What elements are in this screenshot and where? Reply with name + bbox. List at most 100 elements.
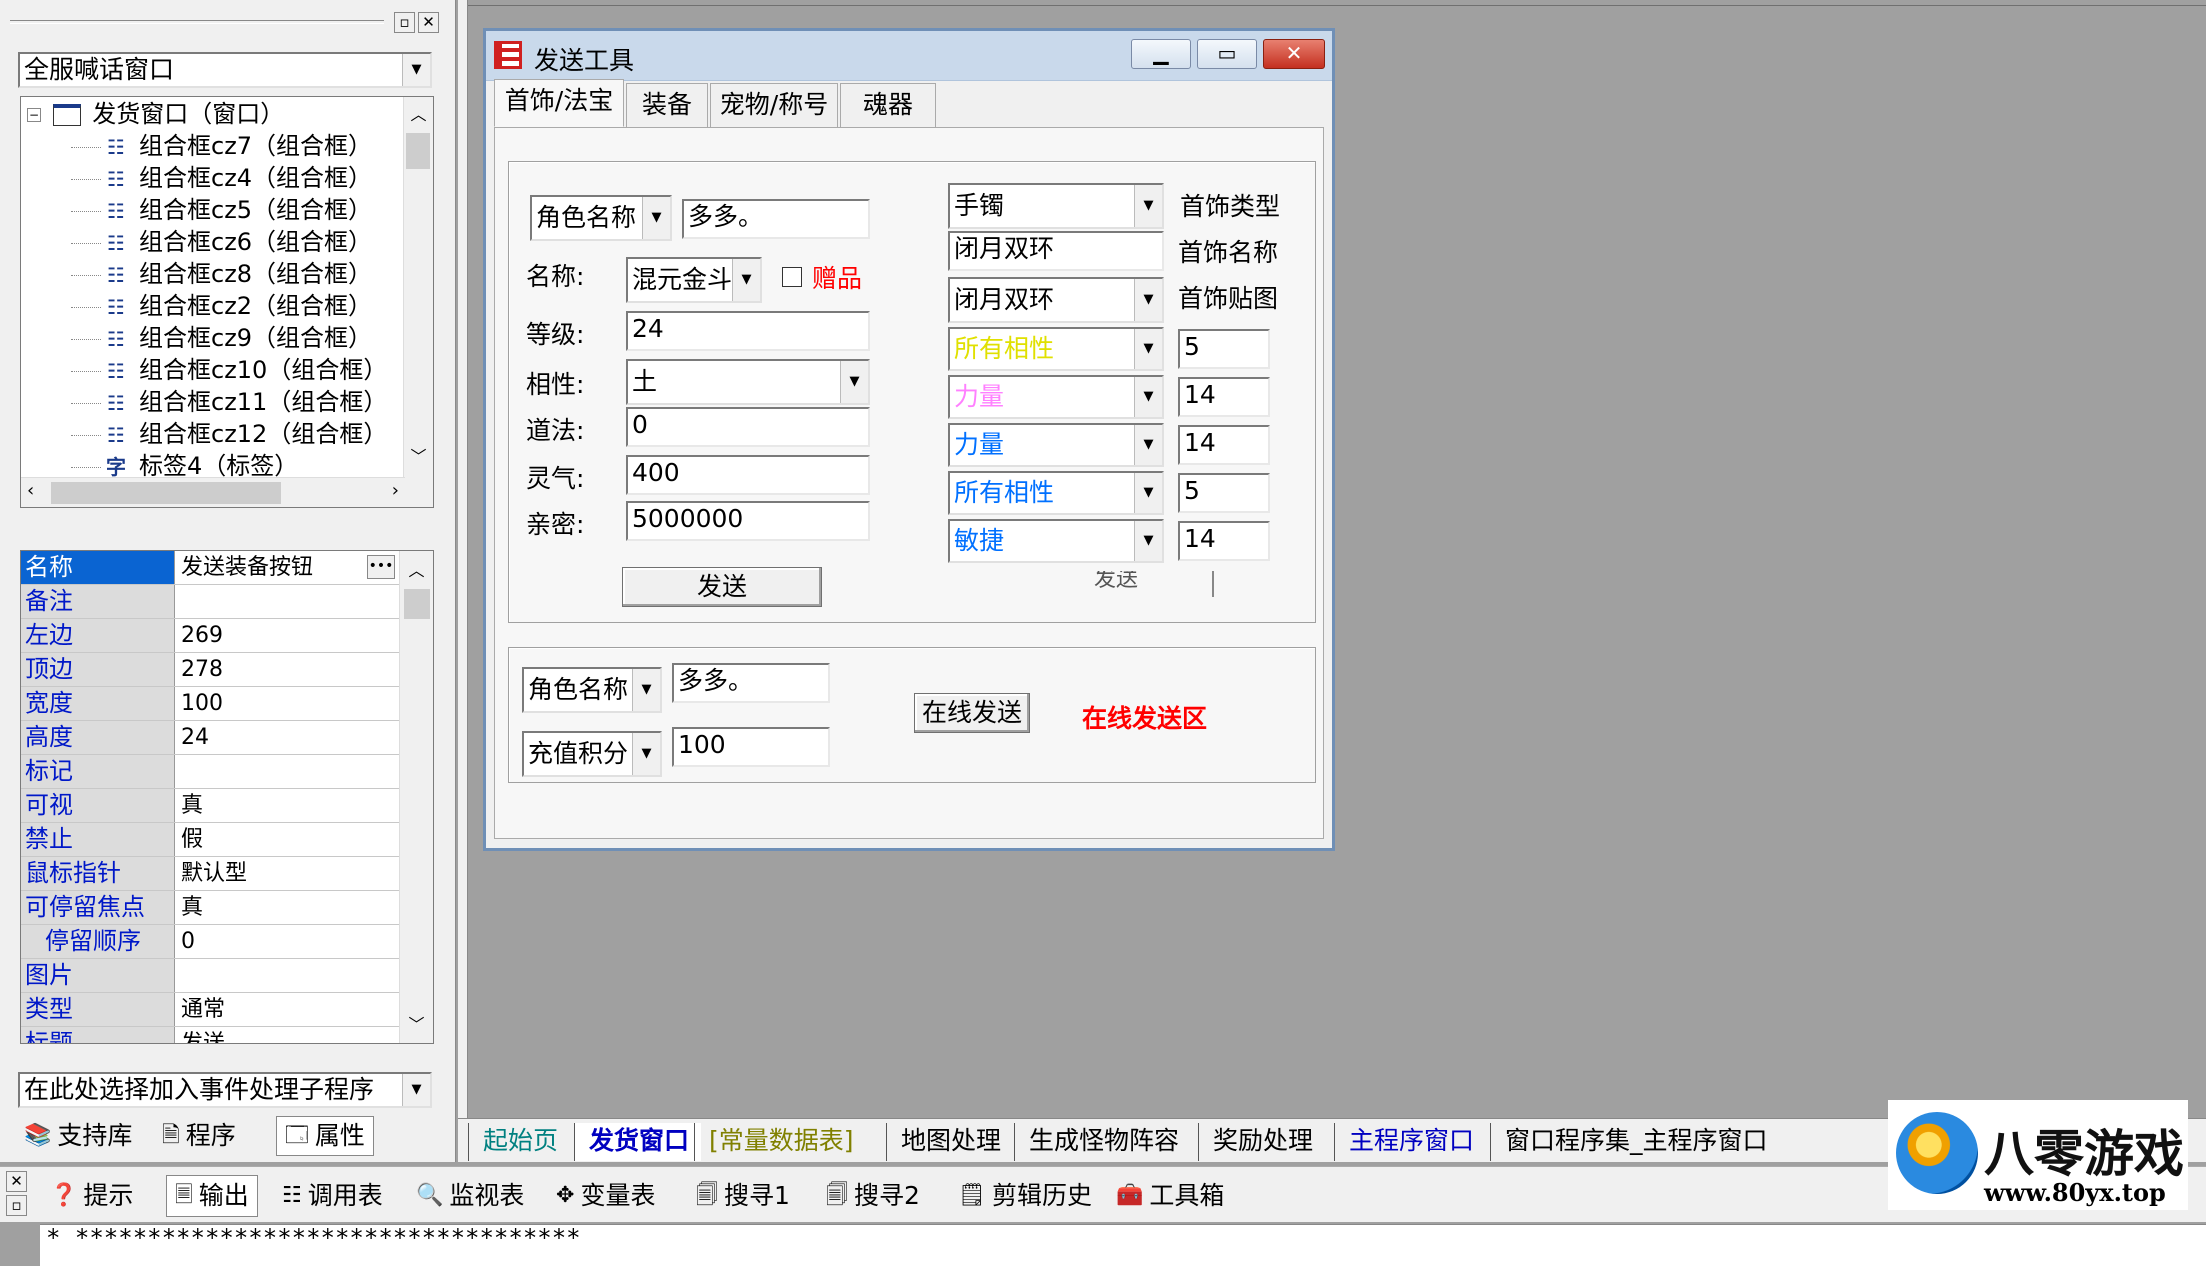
scroll-up-icon[interactable]: ︿ (404, 101, 433, 125)
property-row[interactable]: 可视真 (21, 789, 399, 823)
tree-hscrollbar[interactable]: ‹ › (21, 477, 405, 507)
output-console[interactable]: * *********************************** (40, 1224, 2206, 1266)
tree-item[interactable]: ☷ 组合框cz2（组合框） (71, 291, 372, 321)
tree-item[interactable]: ☷ 组合框cz11（组合框） (71, 387, 387, 417)
property-grid[interactable]: 名称 发送装备按钮 ••• 备注 左边 269 顶边 278 宽度 100 高度 24 标记 可视真禁止假… (20, 550, 434, 1044)
role-select[interactable]: 角色名称 ▼ (530, 195, 672, 241)
gift-checkbox[interactable] (782, 267, 802, 287)
item-name-select[interactable]: 混元金斗 ▼ (626, 257, 762, 303)
attr-select[interactable]: 土 ▼ (626, 359, 870, 405)
hscroll-thumb[interactable] (51, 482, 281, 504)
output-tab[interactable]: 🔍 监视表 (416, 1175, 524, 1217)
scroll-right-icon[interactable]: › (392, 480, 399, 501)
editor-tab[interactable]: [常量数据表] (694, 1123, 866, 1161)
property-row[interactable]: 禁止假 (21, 823, 399, 857)
property-value[interactable]: 真 (177, 891, 399, 924)
tab-jewelry[interactable]: 首饰/法宝 (494, 79, 624, 127)
scroll-thumb[interactable] (406, 133, 430, 169)
tree-item[interactable]: ☷ 组合框cz8（组合框） (71, 259, 372, 289)
minimize-button[interactable]: ▁ (1131, 39, 1191, 69)
online-send-button[interactable]: 在线发送 (914, 693, 1030, 733)
property-value[interactable]: 269 (177, 619, 399, 652)
property-value[interactable]: 假 (177, 823, 399, 856)
window-select[interactable]: 全服喊话窗口 ▼ (18, 52, 432, 88)
property-row[interactable]: 宽度 100 (21, 687, 399, 721)
chevron-down-icon[interactable]: ▼ (632, 669, 660, 711)
component-tree[interactable]: − 发货窗口（窗口） ☷ 组合框cz7（组合框） ☷ 组合框cz4（组合框） ☷ 组合框c… (20, 96, 434, 508)
property-row[interactable]: 备注 (21, 585, 399, 619)
tab-pet-title[interactable]: 宠物/称号 (710, 83, 838, 127)
scroll-down-icon[interactable]: ﹀ (400, 1011, 433, 1035)
editor-tab[interactable]: 窗口程序集_主程序窗口 (1490, 1123, 1780, 1161)
chevron-down-icon[interactable]: ▼ (1134, 185, 1162, 227)
window-titlebar[interactable]: 发送工具 ▁ ▭ ✕ (486, 31, 1332, 81)
restore-icon[interactable]: ▫ (6, 1195, 27, 1216)
property-value[interactable]: 278 (177, 653, 399, 686)
event-select[interactable]: 在此处选择加入事件处理子程序 ▼ (18, 1072, 432, 1108)
chevron-down-icon[interactable]: ▼ (1134, 425, 1162, 465)
output-tab[interactable]: 🗏 输出 (166, 1175, 258, 1217)
attr-value-input[interactable]: 5 (1178, 329, 1270, 369)
output-tab[interactable]: 🧰 工具箱 (1116, 1175, 1224, 1217)
output-tab[interactable]: 🗐 搜寻2 (826, 1175, 920, 1217)
send-equip-button[interactable]: 发送 (622, 567, 822, 607)
send-tool-window[interactable]: 发送工具 ▁ ▭ ✕ 首饰/法宝 装备 宠物/称号 魂器 角色名称 ▼ 多多。 名… (483, 28, 1335, 851)
chevron-down-icon[interactable]: ▼ (840, 361, 868, 403)
tab-program[interactable]: 🗎 程序 (162, 1116, 236, 1156)
editor-tab[interactable]: 生成怪物阵容 (1014, 1123, 1191, 1161)
tree-item[interactable]: ☷ 组合框cz7（组合框） (71, 131, 372, 161)
tree-item[interactable]: ☷ 组合框cz4（组合框） (71, 163, 372, 193)
jewelry-image-select[interactable]: 闭月双环 ▼ (948, 277, 1164, 323)
property-value[interactable]: 通常 (177, 993, 399, 1026)
editor-tab[interactable]: 主程序窗口 (1334, 1123, 1486, 1161)
close-button[interactable]: ✕ (1263, 39, 1325, 69)
property-row[interactable]: 标题 发送 (21, 1027, 399, 1043)
property-value[interactable]: 24 (177, 721, 399, 754)
property-value[interactable] (177, 585, 399, 618)
close-icon[interactable]: ✕ (6, 1171, 27, 1192)
editor-tab[interactable]: 奖励处理 (1198, 1123, 1325, 1161)
ellipsis-icon[interactable]: ••• (367, 555, 395, 579)
tree-item[interactable]: ☷ 组合框cz5（组合框） (71, 195, 372, 225)
property-row[interactable]: 顶边 278 (21, 653, 399, 687)
scroll-up-icon[interactable]: ︿ (400, 557, 433, 581)
close-icon[interactable]: ✕ (418, 12, 439, 33)
online-role-input[interactable]: 多多。 (672, 663, 830, 703)
scroll-thumb[interactable] (404, 589, 430, 619)
property-value[interactable]: 发送装备按钮 (177, 551, 399, 584)
editor-tab[interactable]: 地图处理 (886, 1123, 1013, 1161)
attr-type-select[interactable]: 力量 ▼ (948, 375, 1164, 419)
points-input[interactable]: 100 (672, 727, 830, 767)
attr-value-input[interactable]: 14 (1178, 377, 1270, 417)
property-row[interactable]: 名称 发送装备按钮 ••• (21, 551, 399, 585)
tree-item[interactable]: ☷ 组合框cz10（组合框） (71, 355, 387, 385)
attr-type-select[interactable]: 所有相性 ▼ (948, 327, 1164, 371)
property-value[interactable]: 0 (177, 925, 399, 958)
points-select[interactable]: 充值积分 ▼ (522, 731, 662, 777)
chevron-down-icon[interactable]: ▼ (402, 54, 430, 86)
tab-equipment[interactable]: 装备 (626, 83, 708, 127)
scroll-left-icon[interactable]: ‹ (27, 480, 34, 501)
scroll-down-icon[interactable]: ﹀ (404, 443, 433, 467)
attr-value-input[interactable]: 14 (1178, 425, 1270, 465)
chevron-down-icon[interactable]: ▼ (1134, 521, 1162, 561)
chevron-down-icon[interactable]: ▼ (1134, 473, 1162, 513)
tree-item[interactable]: ☷ 组合框cz9（组合框） (71, 323, 372, 353)
output-tab[interactable]: 🗒 剪辑历史 (958, 1175, 1092, 1217)
property-row[interactable]: 可停留焦点真 (21, 891, 399, 925)
property-row[interactable]: 停留顺序 0 (21, 925, 399, 959)
collapse-icon[interactable]: − (27, 108, 41, 122)
attr-value-input[interactable]: 5 (1178, 473, 1270, 513)
tree-root[interactable]: − 发货窗口（窗口） (27, 99, 284, 129)
property-value[interactable]: 真 (177, 789, 399, 822)
property-row[interactable]: 鼠标指针 默认型 (21, 857, 399, 891)
tree-scrollbar[interactable]: ︿ ﹀ (403, 97, 433, 507)
attr-type-select[interactable]: 敏捷 ▼ (948, 519, 1164, 563)
property-value[interactable]: 默认型 (177, 857, 399, 890)
property-row[interactable]: 标记 (21, 755, 399, 789)
property-row[interactable]: 图片 (21, 959, 399, 993)
tab-properties[interactable]: 🗔 属性 (276, 1116, 374, 1156)
lingqi-input[interactable]: 400 (626, 455, 870, 495)
tab-support-lib[interactable]: 📚 支持库 (24, 1116, 132, 1156)
restore-icon[interactable]: ▫ (394, 12, 415, 33)
